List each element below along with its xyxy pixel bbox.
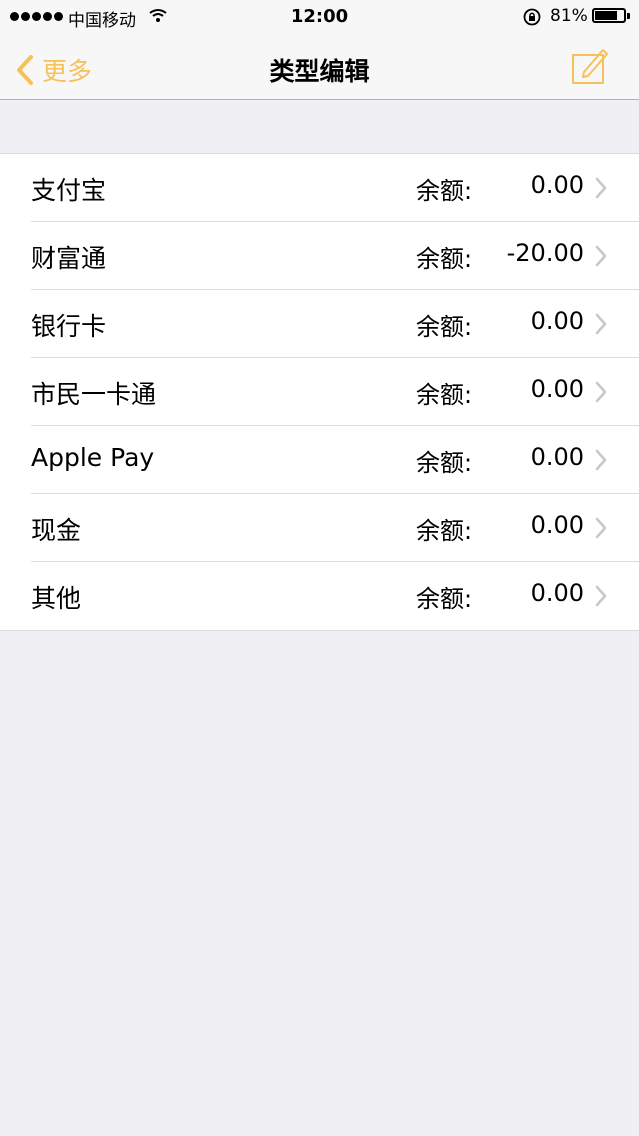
account-row[interactable]: 支付宝 余额: 0.00 [0,154,639,222]
balance-label: 余额: [416,177,473,205]
account-row[interactable]: 市民一卡通 余额: 0.00 [0,358,639,426]
chevron-right-icon [595,177,607,203]
account-row[interactable]: 现金 余额: 0.00 [0,494,639,562]
battery-tip [627,13,630,19]
account-name: 银行卡 [31,312,107,341]
balance-label: 余额: [416,449,473,477]
account-name: 其他 [31,584,82,613]
compose-button[interactable] [570,46,610,86]
rotation-lock-icon [522,7,542,32]
chevron-right-icon [595,517,607,543]
account-list: 支付宝 余额: 0.00 财富通 余额: -20.00 银行卡 余额: 0.00 市民一卡通 余额:… [0,153,639,631]
balance-value: 0.00 [530,307,584,335]
page-title: 类型编辑 [269,57,370,86]
account-row[interactable]: Apple Pay 余额: 0.00 [0,426,639,494]
balance-value: 0.00 [530,171,584,199]
battery-icon [592,8,626,23]
balance-label: 余额: [416,381,473,409]
account-row[interactable]: 银行卡 余额: 0.00 [0,290,639,358]
chevron-right-icon [595,381,607,407]
chevron-right-icon [595,449,607,475]
balance-label: 余额: [416,585,473,613]
status-bar: 中国移动 12:00 81% [0,0,639,40]
account-name: 支付宝 [31,176,107,205]
account-name: Apple Pay [31,443,155,472]
balance-value: -20.00 [506,239,584,267]
account-name: 现金 [31,516,82,545]
balance-value: 0.00 [530,511,584,539]
battery-percent: 81% [550,6,588,26]
clock: 12:00 [290,6,349,27]
chevron-right-icon [595,313,607,339]
balance-value: 0.00 [530,579,584,607]
account-row[interactable]: 其他 余额: 0.00 [0,562,639,630]
compose-icon [572,49,608,84]
account-name: 财富通 [31,244,107,273]
chevron-right-icon [595,585,607,611]
navigation-bar: 更多 类型编辑 [0,40,639,100]
account-name: 市民一卡通 [31,380,157,409]
account-row[interactable]: 财富通 余额: -20.00 [0,222,639,290]
balance-label: 余额: [416,517,473,545]
chevron-right-icon [595,245,607,271]
balance-value: 0.00 [530,443,584,471]
balance-value: 0.00 [530,375,584,403]
balance-label: 余额: [416,313,473,341]
balance-label: 余额: [416,245,473,273]
